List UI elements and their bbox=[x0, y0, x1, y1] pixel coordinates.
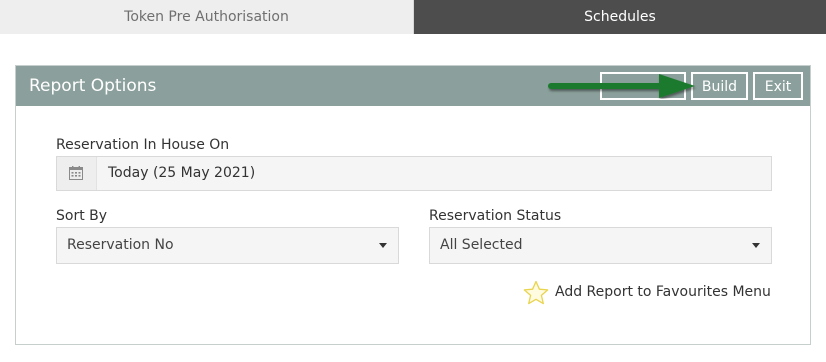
panel-title: Report Options bbox=[29, 76, 157, 96]
sort-by-select[interactable]: Reservation No bbox=[56, 227, 399, 264]
in-house-date-value: Today (25 May 2021) bbox=[108, 165, 256, 181]
in-house-label: Reservation In House On bbox=[56, 137, 230, 153]
star-icon[interactable] bbox=[523, 280, 549, 306]
sort-by-label: Sort By bbox=[56, 208, 108, 224]
tab-bar: Token Pre Authorisation Schedules bbox=[0, 0, 826, 34]
panel-header: Report Options Build Exit bbox=[16, 66, 810, 106]
reservation-status-value: All Selected bbox=[440, 237, 523, 253]
tab-token-pre-authorisation[interactable]: Token Pre Authorisation bbox=[0, 0, 413, 34]
chevron-down-icon bbox=[752, 243, 760, 248]
reservation-status-select[interactable]: All Selected bbox=[429, 227, 772, 264]
build-button[interactable]: Build bbox=[691, 72, 748, 100]
sort-by-value: Reservation No bbox=[67, 237, 174, 253]
chevron-down-icon bbox=[379, 243, 387, 248]
reservation-status-label: Reservation Status bbox=[429, 208, 562, 224]
in-house-date-field[interactable]: Today (25 May 2021) bbox=[56, 156, 772, 191]
favourites-label[interactable]: Add Report to Favourites Menu bbox=[555, 284, 771, 300]
exit-button[interactable]: Exit bbox=[753, 72, 803, 100]
tab-schedules[interactable]: Schedules bbox=[413, 0, 826, 34]
report-options-panel: Report Options Build Exit Reservation In… bbox=[15, 65, 811, 345]
calendar-addon[interactable] bbox=[57, 157, 97, 190]
calendar-icon bbox=[69, 166, 83, 180]
annotation-arrow-icon bbox=[548, 74, 695, 98]
